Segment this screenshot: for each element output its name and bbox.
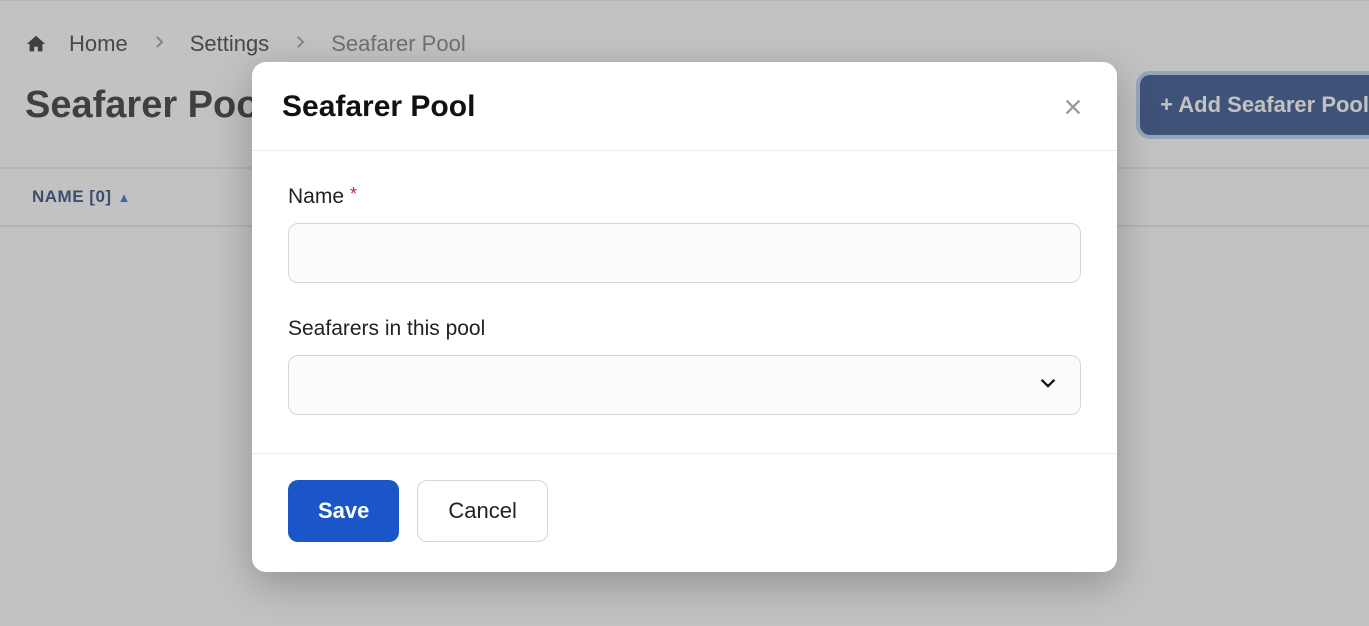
modal-header: Seafarer Pool <box>252 62 1117 151</box>
cancel-button[interactable]: Cancel <box>417 480 547 542</box>
save-button[interactable]: Save <box>288 480 399 542</box>
modal-title: Seafarer Pool <box>282 90 475 124</box>
seafarers-label-text: Seafarers in this pool <box>288 317 485 341</box>
field-seafarers: Seafarers in this pool <box>288 317 1081 415</box>
seafarers-label: Seafarers in this pool <box>288 317 1081 341</box>
modal-body: Name * Seafarers in this pool <box>252 151 1117 453</box>
name-label: Name * <box>288 185 1081 209</box>
modal-overlay[interactable]: Seafarer Pool Name * Seafarers in this p… <box>0 0 1369 626</box>
name-label-text: Name <box>288 185 344 209</box>
required-asterisk: * <box>350 185 357 203</box>
seafarer-pool-modal: Seafarer Pool Name * Seafarers in this p… <box>252 62 1117 572</box>
seafarers-select-wrap <box>288 355 1081 415</box>
name-input[interactable] <box>288 223 1081 283</box>
field-name: Name * <box>288 185 1081 283</box>
modal-footer: Save Cancel <box>252 453 1117 572</box>
close-icon[interactable] <box>1059 93 1087 121</box>
seafarers-select[interactable] <box>288 355 1081 415</box>
